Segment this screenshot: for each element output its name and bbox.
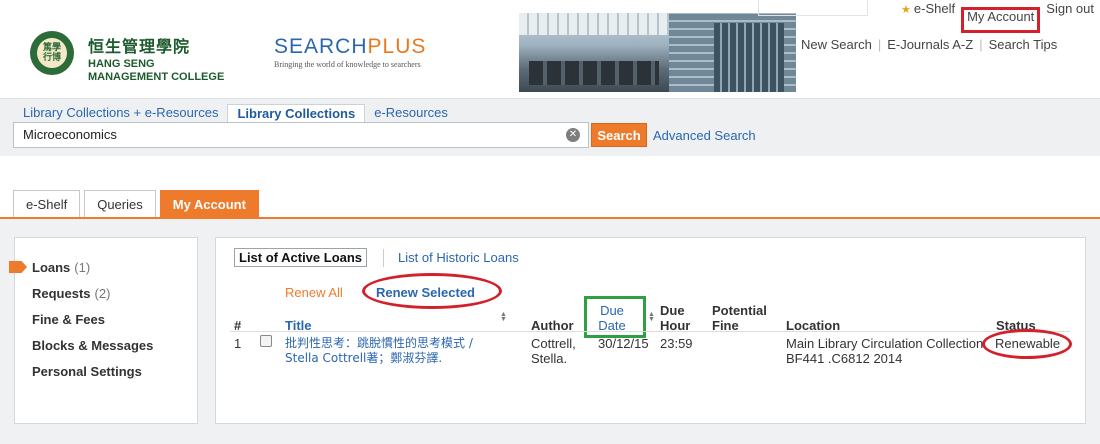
logo-chinese-name: 恒生管理學院: [88, 37, 191, 56]
tab-historic-loans[interactable]: List of Historic Loans: [398, 250, 519, 265]
search-tips-link[interactable]: Search Tips: [983, 37, 1064, 52]
brand-search: SEARCH: [274, 35, 368, 58]
main-tabs: e-Shelf Queries My Account: [13, 190, 263, 218]
row-location: Main Library Circulation Collection BF441…: [786, 336, 984, 366]
row-due-date: 30/12/15: [598, 336, 649, 351]
tab-library-collections-eresources[interactable]: Library Collections + e-Resources: [14, 104, 227, 123]
row-select-checkbox[interactable]: [260, 335, 272, 347]
ejournals-az-link[interactable]: E-Journals A-Z: [881, 37, 979, 52]
top-links: ★ e-Shelf My Account Sign out: [895, 0, 1100, 33]
tab-my-account[interactable]: My Account: [159, 190, 259, 218]
sort-due-date-icon[interactable]: ▲ ▼: [648, 311, 655, 323]
row-due-hour: 23:59: [660, 336, 693, 351]
search-input[interactable]: Microeconomics: [13, 122, 589, 148]
loan-tabs: List of Active Loans List of Historic Lo…: [234, 248, 519, 267]
star-icon: ★: [901, 3, 911, 16]
eshelf-link[interactable]: ★ e-Shelf: [895, 1, 961, 16]
logo-english-line2: MANAGEMENT COLLEGE: [88, 71, 225, 83]
tab-active-loans[interactable]: List of Active Loans: [234, 248, 368, 267]
sidebar-item-requests[interactable]: Requests (2): [32, 286, 110, 301]
sidebar-item-fines[interactable]: Fine & Fees: [32, 312, 105, 327]
search-button[interactable]: Search: [591, 123, 647, 147]
tab-eresources[interactable]: e-Resources: [365, 104, 457, 123]
annotation-circle-status: [982, 329, 1072, 359]
scope-tabs: Library Collections + e-Resources Librar…: [14, 104, 457, 123]
header: 篤學 行博 恒生管理學院 HANG SENG MANAGEMENT COLLEG…: [0, 0, 1100, 98]
tab-queries[interactable]: Queries: [84, 190, 156, 218]
renew-all-button[interactable]: Renew All: [285, 285, 343, 300]
sidebar-item-loans[interactable]: Loans (1): [32, 260, 90, 275]
brand-plus: PLUS: [367, 35, 427, 58]
sign-out-link[interactable]: Sign out: [1040, 1, 1100, 16]
college-logo[interactable]: 恒生管理學院 HANG SENG MANAGEMENT COLLEGE: [88, 33, 224, 83]
my-account-link[interactable]: My Account: [961, 7, 1041, 33]
library-banner-image: [519, 13, 796, 92]
brand-tagline: Bringing the world of knowledge to searc…: [274, 60, 421, 69]
clear-search-icon[interactable]: ✕: [566, 128, 580, 142]
advanced-search-link[interactable]: Advanced Search: [653, 128, 756, 143]
tab-eshelf[interactable]: e-Shelf: [13, 190, 81, 218]
account-sidebar: Loans (1) Requests (2) Fine & Fees Blocks …: [9, 237, 198, 424]
sort-title-icon[interactable]: ▲ ▼: [500, 311, 507, 323]
sidebar-item-blocks[interactable]: Blocks & Messages: [32, 338, 153, 353]
col-due-hour: Due Hour: [660, 303, 691, 333]
searchplus-logo[interactable]: SEARCHPLUS Bringing the world of knowled…: [274, 35, 426, 69]
row-title-link[interactable]: 批判性思考：跳脫慣性的思考模式 / Stella Cottrell著；鄭淑芬譯.: [285, 336, 473, 366]
tab-library-collections[interactable]: Library Collections: [227, 104, 366, 123]
top-blank-box: [758, 0, 868, 16]
logo-english-line1: HANG SENG: [88, 58, 155, 70]
active-arrow-icon: [9, 261, 27, 273]
row-author: Cottrell, Stella.: [531, 336, 576, 366]
new-search-link[interactable]: New Search: [795, 37, 878, 52]
col-potential-fine: Potential Fine: [712, 303, 767, 333]
row-num: 1: [234, 336, 242, 351]
annotation-circle-renew: [362, 273, 502, 309]
header-nav: New Search | E-Journals A-Z | Search Tip…: [795, 37, 1063, 52]
college-emblem-icon: 篤學 行博: [30, 31, 74, 75]
sidebar-item-personal-settings[interactable]: Personal Settings: [32, 364, 142, 379]
emblem-text: 篤學 行博: [37, 38, 67, 68]
table-header-divider: [230, 331, 1070, 332]
